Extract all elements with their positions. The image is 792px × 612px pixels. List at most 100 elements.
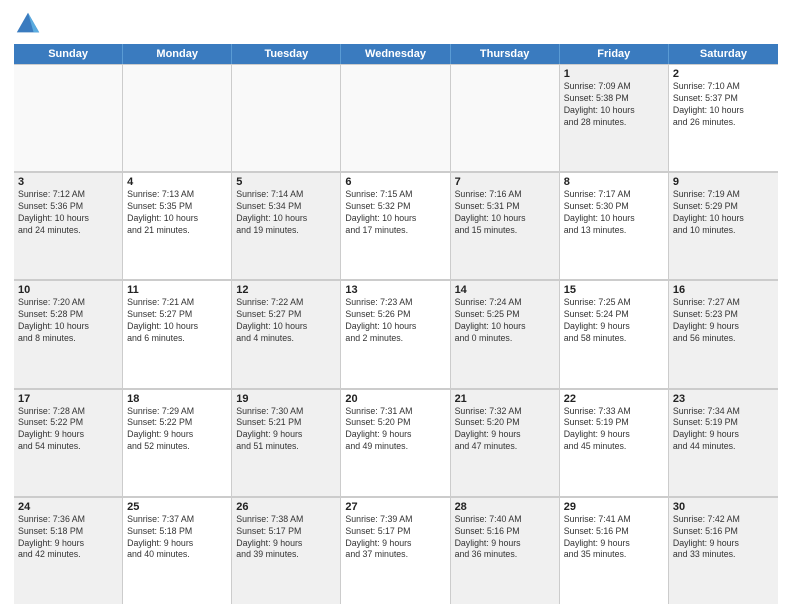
day-info: Sunrise: 7:34 AM Sunset: 5:19 PM Dayligh… <box>673 406 774 454</box>
calendar-cell: 22Sunrise: 7:33 AM Sunset: 5:19 PM Dayli… <box>560 389 669 496</box>
day-info: Sunrise: 7:19 AM Sunset: 5:29 PM Dayligh… <box>673 189 774 237</box>
calendar-cell: 28Sunrise: 7:40 AM Sunset: 5:16 PM Dayli… <box>451 497 560 604</box>
day-info: Sunrise: 7:42 AM Sunset: 5:16 PM Dayligh… <box>673 514 774 562</box>
calendar-cell: 19Sunrise: 7:30 AM Sunset: 5:21 PM Dayli… <box>232 389 341 496</box>
calendar-cell: 12Sunrise: 7:22 AM Sunset: 5:27 PM Dayli… <box>232 280 341 387</box>
day-number: 4 <box>127 176 227 188</box>
day-number: 25 <box>127 501 227 513</box>
calendar-cell <box>14 64 123 171</box>
day-number: 21 <box>455 393 555 405</box>
calendar-cell: 4Sunrise: 7:13 AM Sunset: 5:35 PM Daylig… <box>123 172 232 279</box>
day-number: 15 <box>564 284 664 296</box>
header-day-saturday: Saturday <box>669 44 778 64</box>
header-day-sunday: Sunday <box>14 44 123 64</box>
calendar-cell: 20Sunrise: 7:31 AM Sunset: 5:20 PM Dayli… <box>341 389 450 496</box>
calendar-cell: 23Sunrise: 7:34 AM Sunset: 5:19 PM Dayli… <box>669 389 778 496</box>
calendar-cell: 11Sunrise: 7:21 AM Sunset: 5:27 PM Dayli… <box>123 280 232 387</box>
day-info: Sunrise: 7:40 AM Sunset: 5:16 PM Dayligh… <box>455 514 555 562</box>
day-info: Sunrise: 7:17 AM Sunset: 5:30 PM Dayligh… <box>564 189 664 237</box>
day-number: 2 <box>673 68 774 80</box>
calendar-cell: 3Sunrise: 7:12 AM Sunset: 5:36 PM Daylig… <box>14 172 123 279</box>
logo-icon <box>14 10 42 38</box>
day-info: Sunrise: 7:14 AM Sunset: 5:34 PM Dayligh… <box>236 189 336 237</box>
calendar-week-3: 10Sunrise: 7:20 AM Sunset: 5:28 PM Dayli… <box>14 280 778 388</box>
calendar-cell: 13Sunrise: 7:23 AM Sunset: 5:26 PM Dayli… <box>341 280 450 387</box>
day-info: Sunrise: 7:09 AM Sunset: 5:38 PM Dayligh… <box>564 81 664 129</box>
day-number: 1 <box>564 68 664 80</box>
calendar-cell: 24Sunrise: 7:36 AM Sunset: 5:18 PM Dayli… <box>14 497 123 604</box>
calendar-cell: 17Sunrise: 7:28 AM Sunset: 5:22 PM Dayli… <box>14 389 123 496</box>
calendar-week-2: 3Sunrise: 7:12 AM Sunset: 5:36 PM Daylig… <box>14 172 778 280</box>
day-info: Sunrise: 7:15 AM Sunset: 5:32 PM Dayligh… <box>345 189 445 237</box>
calendar-cell: 15Sunrise: 7:25 AM Sunset: 5:24 PM Dayli… <box>560 280 669 387</box>
day-info: Sunrise: 7:27 AM Sunset: 5:23 PM Dayligh… <box>673 297 774 345</box>
day-info: Sunrise: 7:24 AM Sunset: 5:25 PM Dayligh… <box>455 297 555 345</box>
calendar-cell <box>451 64 560 171</box>
calendar-cell: 7Sunrise: 7:16 AM Sunset: 5:31 PM Daylig… <box>451 172 560 279</box>
calendar-header: SundayMondayTuesdayWednesdayThursdayFrid… <box>14 44 778 64</box>
header-day-wednesday: Wednesday <box>341 44 450 64</box>
calendar-cell: 9Sunrise: 7:19 AM Sunset: 5:29 PM Daylig… <box>669 172 778 279</box>
day-info: Sunrise: 7:28 AM Sunset: 5:22 PM Dayligh… <box>18 406 118 454</box>
calendar-week-1: 1Sunrise: 7:09 AM Sunset: 5:38 PM Daylig… <box>14 64 778 172</box>
day-info: Sunrise: 7:10 AM Sunset: 5:37 PM Dayligh… <box>673 81 774 129</box>
calendar-cell: 27Sunrise: 7:39 AM Sunset: 5:17 PM Dayli… <box>341 497 450 604</box>
calendar-cell: 10Sunrise: 7:20 AM Sunset: 5:28 PM Dayli… <box>14 280 123 387</box>
day-number: 12 <box>236 284 336 296</box>
day-info: Sunrise: 7:13 AM Sunset: 5:35 PM Dayligh… <box>127 189 227 237</box>
day-info: Sunrise: 7:37 AM Sunset: 5:18 PM Dayligh… <box>127 514 227 562</box>
day-info: Sunrise: 7:29 AM Sunset: 5:22 PM Dayligh… <box>127 406 227 454</box>
calendar-cell: 5Sunrise: 7:14 AM Sunset: 5:34 PM Daylig… <box>232 172 341 279</box>
calendar-cell <box>123 64 232 171</box>
day-number: 22 <box>564 393 664 405</box>
day-number: 20 <box>345 393 445 405</box>
day-number: 29 <box>564 501 664 513</box>
day-info: Sunrise: 7:39 AM Sunset: 5:17 PM Dayligh… <box>345 514 445 562</box>
day-number: 19 <box>236 393 336 405</box>
day-number: 30 <box>673 501 774 513</box>
calendar-cell: 14Sunrise: 7:24 AM Sunset: 5:25 PM Dayli… <box>451 280 560 387</box>
day-number: 13 <box>345 284 445 296</box>
calendar-cell: 26Sunrise: 7:38 AM Sunset: 5:17 PM Dayli… <box>232 497 341 604</box>
calendar-cell: 18Sunrise: 7:29 AM Sunset: 5:22 PM Dayli… <box>123 389 232 496</box>
day-info: Sunrise: 7:30 AM Sunset: 5:21 PM Dayligh… <box>236 406 336 454</box>
day-info: Sunrise: 7:36 AM Sunset: 5:18 PM Dayligh… <box>18 514 118 562</box>
day-number: 5 <box>236 176 336 188</box>
day-info: Sunrise: 7:25 AM Sunset: 5:24 PM Dayligh… <box>564 297 664 345</box>
day-info: Sunrise: 7:38 AM Sunset: 5:17 PM Dayligh… <box>236 514 336 562</box>
day-info: Sunrise: 7:31 AM Sunset: 5:20 PM Dayligh… <box>345 406 445 454</box>
day-number: 9 <box>673 176 774 188</box>
calendar-cell: 29Sunrise: 7:41 AM Sunset: 5:16 PM Dayli… <box>560 497 669 604</box>
day-info: Sunrise: 7:41 AM Sunset: 5:16 PM Dayligh… <box>564 514 664 562</box>
calendar-cell: 1Sunrise: 7:09 AM Sunset: 5:38 PM Daylig… <box>560 64 669 171</box>
day-number: 26 <box>236 501 336 513</box>
day-info: Sunrise: 7:22 AM Sunset: 5:27 PM Dayligh… <box>236 297 336 345</box>
calendar-cell: 6Sunrise: 7:15 AM Sunset: 5:32 PM Daylig… <box>341 172 450 279</box>
logo <box>14 10 46 38</box>
day-info: Sunrise: 7:20 AM Sunset: 5:28 PM Dayligh… <box>18 297 118 345</box>
calendar-cell: 2Sunrise: 7:10 AM Sunset: 5:37 PM Daylig… <box>669 64 778 171</box>
day-info: Sunrise: 7:33 AM Sunset: 5:19 PM Dayligh… <box>564 406 664 454</box>
calendar-body: 1Sunrise: 7:09 AM Sunset: 5:38 PM Daylig… <box>14 64 778 604</box>
calendar-week-5: 24Sunrise: 7:36 AM Sunset: 5:18 PM Dayli… <box>14 497 778 604</box>
header-day-thursday: Thursday <box>451 44 560 64</box>
day-number: 7 <box>455 176 555 188</box>
calendar-cell: 25Sunrise: 7:37 AM Sunset: 5:18 PM Dayli… <box>123 497 232 604</box>
day-number: 17 <box>18 393 118 405</box>
header-day-tuesday: Tuesday <box>232 44 341 64</box>
calendar-cell: 16Sunrise: 7:27 AM Sunset: 5:23 PM Dayli… <box>669 280 778 387</box>
day-number: 11 <box>127 284 227 296</box>
day-number: 16 <box>673 284 774 296</box>
calendar-week-4: 17Sunrise: 7:28 AM Sunset: 5:22 PM Dayli… <box>14 389 778 497</box>
day-number: 3 <box>18 176 118 188</box>
day-number: 18 <box>127 393 227 405</box>
day-info: Sunrise: 7:12 AM Sunset: 5:36 PM Dayligh… <box>18 189 118 237</box>
day-number: 23 <box>673 393 774 405</box>
day-info: Sunrise: 7:21 AM Sunset: 5:27 PM Dayligh… <box>127 297 227 345</box>
day-number: 6 <box>345 176 445 188</box>
calendar-cell <box>232 64 341 171</box>
calendar-cell: 30Sunrise: 7:42 AM Sunset: 5:16 PM Dayli… <box>669 497 778 604</box>
day-info: Sunrise: 7:32 AM Sunset: 5:20 PM Dayligh… <box>455 406 555 454</box>
calendar-cell: 8Sunrise: 7:17 AM Sunset: 5:30 PM Daylig… <box>560 172 669 279</box>
calendar: SundayMondayTuesdayWednesdayThursdayFrid… <box>14 44 778 604</box>
